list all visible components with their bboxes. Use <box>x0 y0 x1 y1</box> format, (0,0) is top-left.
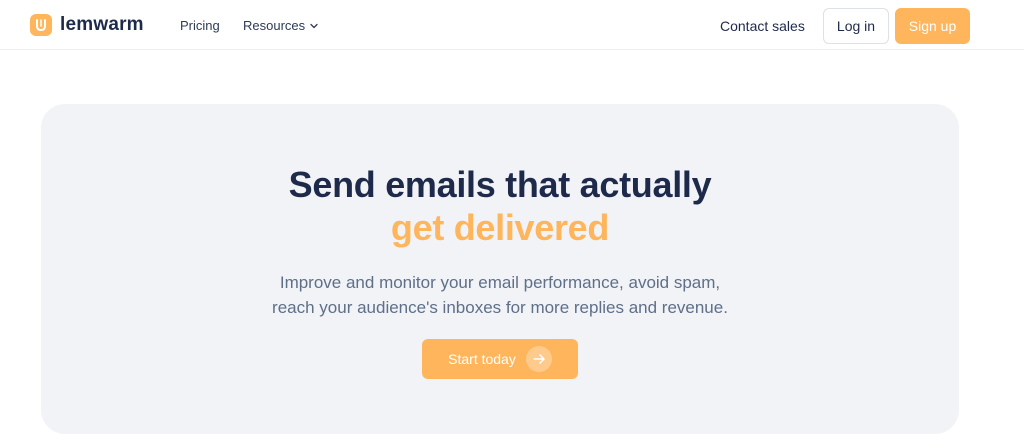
brand-name: lemwarm <box>60 14 144 35</box>
nav-dropdown-resources[interactable]: Resources <box>243 18 319 33</box>
brand-logo[interactable]: lemwarm <box>30 14 144 36</box>
contact-sales-label: Contact sales <box>720 18 805 34</box>
start-today-button[interactable]: Start today <box>422 339 578 379</box>
lemwarm-logo-icon <box>30 14 52 36</box>
hero-subtitle-line2: reach your audience's inboxes for more r… <box>272 298 728 317</box>
log-in-button[interactable]: Log in <box>823 8 889 44</box>
top-navbar: lemwarm Pricing Resources Contact sales … <box>0 0 1024 50</box>
start-today-label: Start today <box>448 351 516 367</box>
hero-headline: Send emails that actually get delivered <box>0 163 1000 249</box>
nav-pricing-label: Pricing <box>180 18 220 33</box>
log-in-label: Log in <box>836 18 876 34</box>
hero-panel <box>41 104 959 434</box>
hero-subtitle: Improve and monitor your email performan… <box>0 270 1000 320</box>
chevron-down-icon <box>310 23 318 28</box>
nav-resources-label: Resources <box>243 18 306 33</box>
contact-sales-link[interactable]: Contact sales <box>720 18 805 34</box>
nav-link-pricing[interactable]: Pricing <box>180 18 220 33</box>
hero-subtitle-line1: Improve and monitor your email performan… <box>279 273 721 292</box>
arrow-right-icon <box>525 346 552 372</box>
sign-up-label: Sign up <box>908 18 957 34</box>
hero-headline-accent: get delivered <box>390 207 610 248</box>
sign-up-button[interactable]: Sign up <box>895 8 970 44</box>
hero-headline-line1: Send emails that actually <box>288 164 712 205</box>
